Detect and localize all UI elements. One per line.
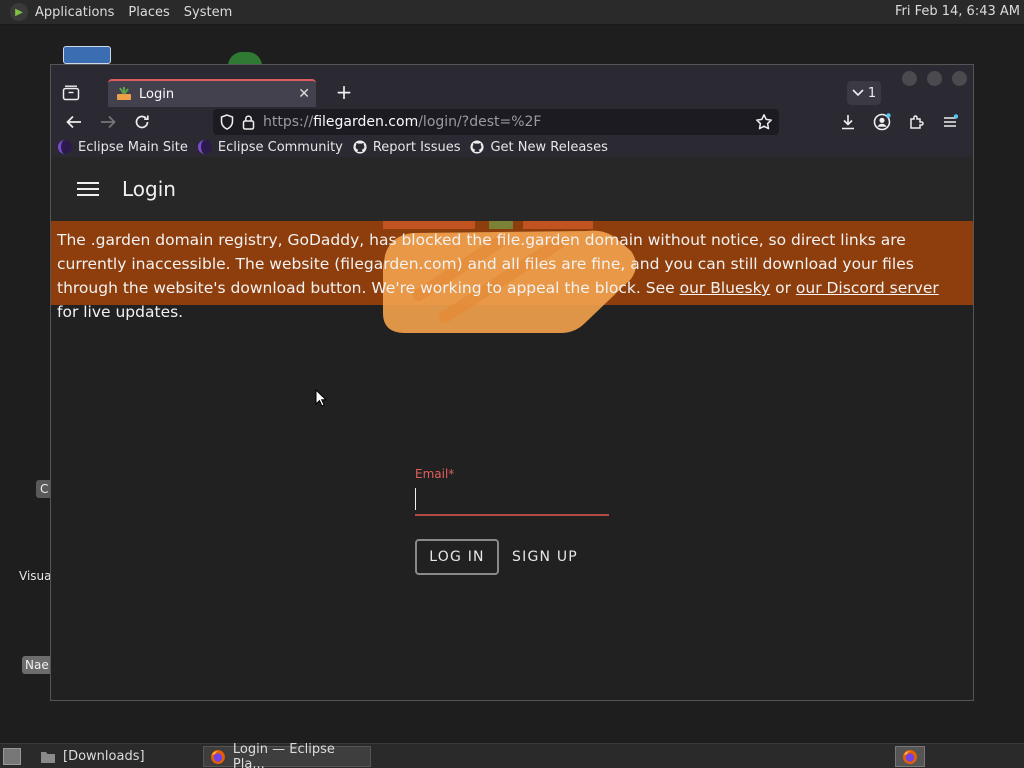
text-caret (415, 488, 416, 510)
tab-login[interactable]: Login ✕ (108, 79, 316, 107)
bookmark-label: Get New Releases (490, 139, 608, 155)
notice-text-part: or (770, 279, 796, 297)
notice-banner: The .garden domain registry, GoDaddy, ha… (51, 221, 973, 333)
system-logo-icon[interactable]: ▶ (10, 3, 28, 21)
lock-icon[interactable] (239, 113, 257, 131)
arrow-left-icon (66, 115, 81, 129)
mouse-pointer-icon (315, 389, 327, 407)
forward-button[interactable] (95, 109, 121, 135)
login-form: Email* LOG IN SIGN UP (415, 467, 609, 575)
firefox-icon (210, 749, 225, 764)
hamburger-menu-icon[interactable] (77, 182, 99, 196)
required-mark: * (448, 467, 455, 481)
github-icon (353, 140, 367, 154)
taskbar-item-downloads[interactable]: [Downloads] (34, 746, 198, 767)
menu-system[interactable]: System (184, 5, 232, 20)
account-button[interactable] (869, 109, 895, 135)
close-tab-icon[interactable]: ✕ (298, 86, 310, 102)
taskbar-item-browser[interactable]: Login — Eclipse Pla... (203, 742, 371, 768)
bookmark-label: Eclipse Main Site (78, 139, 188, 155)
downloads-button[interactable] (835, 109, 861, 135)
bookmarks-toolbar: Eclipse Main Site Eclipse Community Repo… (51, 137, 973, 157)
bookmark-eclipse-community[interactable]: Eclipse Community (197, 139, 343, 155)
url-scheme: https:// (263, 114, 314, 130)
sign-up-button[interactable]: SIGN UP (507, 539, 583, 575)
page-title: Login (122, 177, 176, 201)
reload-button[interactable] (129, 109, 155, 135)
bookmark-get-new-releases[interactable]: Get New Releases (470, 139, 608, 155)
back-button[interactable] (61, 109, 87, 135)
taskbar-item-label: Login — Eclipse Pla... (232, 741, 335, 768)
notice-text: The .garden domain registry, GoDaddy, ha… (57, 228, 962, 324)
desktop-icon-label[interactable]: Visua (19, 569, 52, 583)
eclipse-icon (197, 140, 212, 154)
bookmark-label: Report Issues (372, 139, 461, 155)
show-desktop-icon[interactable] (3, 748, 21, 765)
tab-list-button[interactable] (59, 81, 83, 105)
bookmark-label: Eclipse Community (217, 139, 343, 155)
desktop-computer-icon[interactable] (63, 46, 111, 64)
arrow-right-icon (101, 115, 116, 129)
new-tab-button[interactable]: + (332, 81, 356, 105)
tray-firefox-icon[interactable] (895, 746, 925, 767)
url-bar[interactable]: https://filegarden.com/login/?dest=%2F (213, 109, 779, 135)
tabs-overview-icon (62, 85, 80, 101)
account-icon (873, 113, 891, 131)
discord-link[interactable]: our Discord server (796, 279, 939, 297)
github-icon (470, 140, 485, 154)
email-field[interactable] (415, 482, 609, 516)
extensions-button[interactable] (903, 109, 929, 135)
top-panel: ▶ Applications Places System Fri Feb 14,… (0, 0, 1024, 25)
browser-window: Login ✕ + 1 https://filegarden.com/login… (50, 64, 974, 701)
bluesky-link[interactable]: our Bluesky (680, 279, 771, 297)
tab-bar: Login ✕ + 1 (51, 77, 973, 107)
app-bar: Login (51, 157, 973, 221)
puzzle-icon (910, 115, 924, 129)
menu-applications[interactable]: Applications (35, 5, 114, 20)
app-menu-button[interactable] (937, 109, 963, 135)
email-label: Email* (415, 467, 609, 481)
log-in-button[interactable]: LOG IN (415, 539, 499, 575)
download-icon (842, 115, 854, 130)
chevron-down-icon (852, 89, 864, 97)
notice-text-part: for live updates. (57, 303, 184, 321)
email-label-text: Email (415, 467, 449, 481)
page-content: Login The .garden domain registry, GoDad… (51, 157, 973, 700)
tab-title: Login (139, 86, 175, 102)
bookmark-star-icon[interactable] (755, 113, 773, 135)
tab-count: 1 (867, 85, 877, 101)
eclipse-icon (58, 140, 72, 154)
tracking-protection-shield-icon[interactable] (218, 113, 236, 131)
menu-places[interactable]: Places (128, 5, 169, 20)
menu-icon (944, 114, 958, 127)
folder-icon (41, 751, 55, 763)
taskbar: [Downloads] Login — Eclipse Pla... (0, 742, 1024, 768)
clock[interactable]: Fri Feb 14, 6:43 AM (895, 4, 1020, 19)
reload-icon (135, 115, 149, 129)
bookmark-eclipse-main-site[interactable]: Eclipse Main Site (58, 140, 188, 155)
url-host: filegarden.com (313, 114, 419, 130)
filegarden-favicon-icon (116, 86, 132, 102)
tab-counter-button[interactable]: 1 (847, 81, 881, 105)
bookmark-report-issues[interactable]: Report Issues (353, 139, 461, 155)
navigation-bar: https://filegarden.com/login/?dest=%2F (51, 107, 973, 137)
url-path: /login/?dest=%2F (418, 114, 542, 130)
taskbar-item-label: [Downloads] (63, 749, 145, 764)
desktop-icon-label[interactable]: Nae (22, 656, 52, 674)
